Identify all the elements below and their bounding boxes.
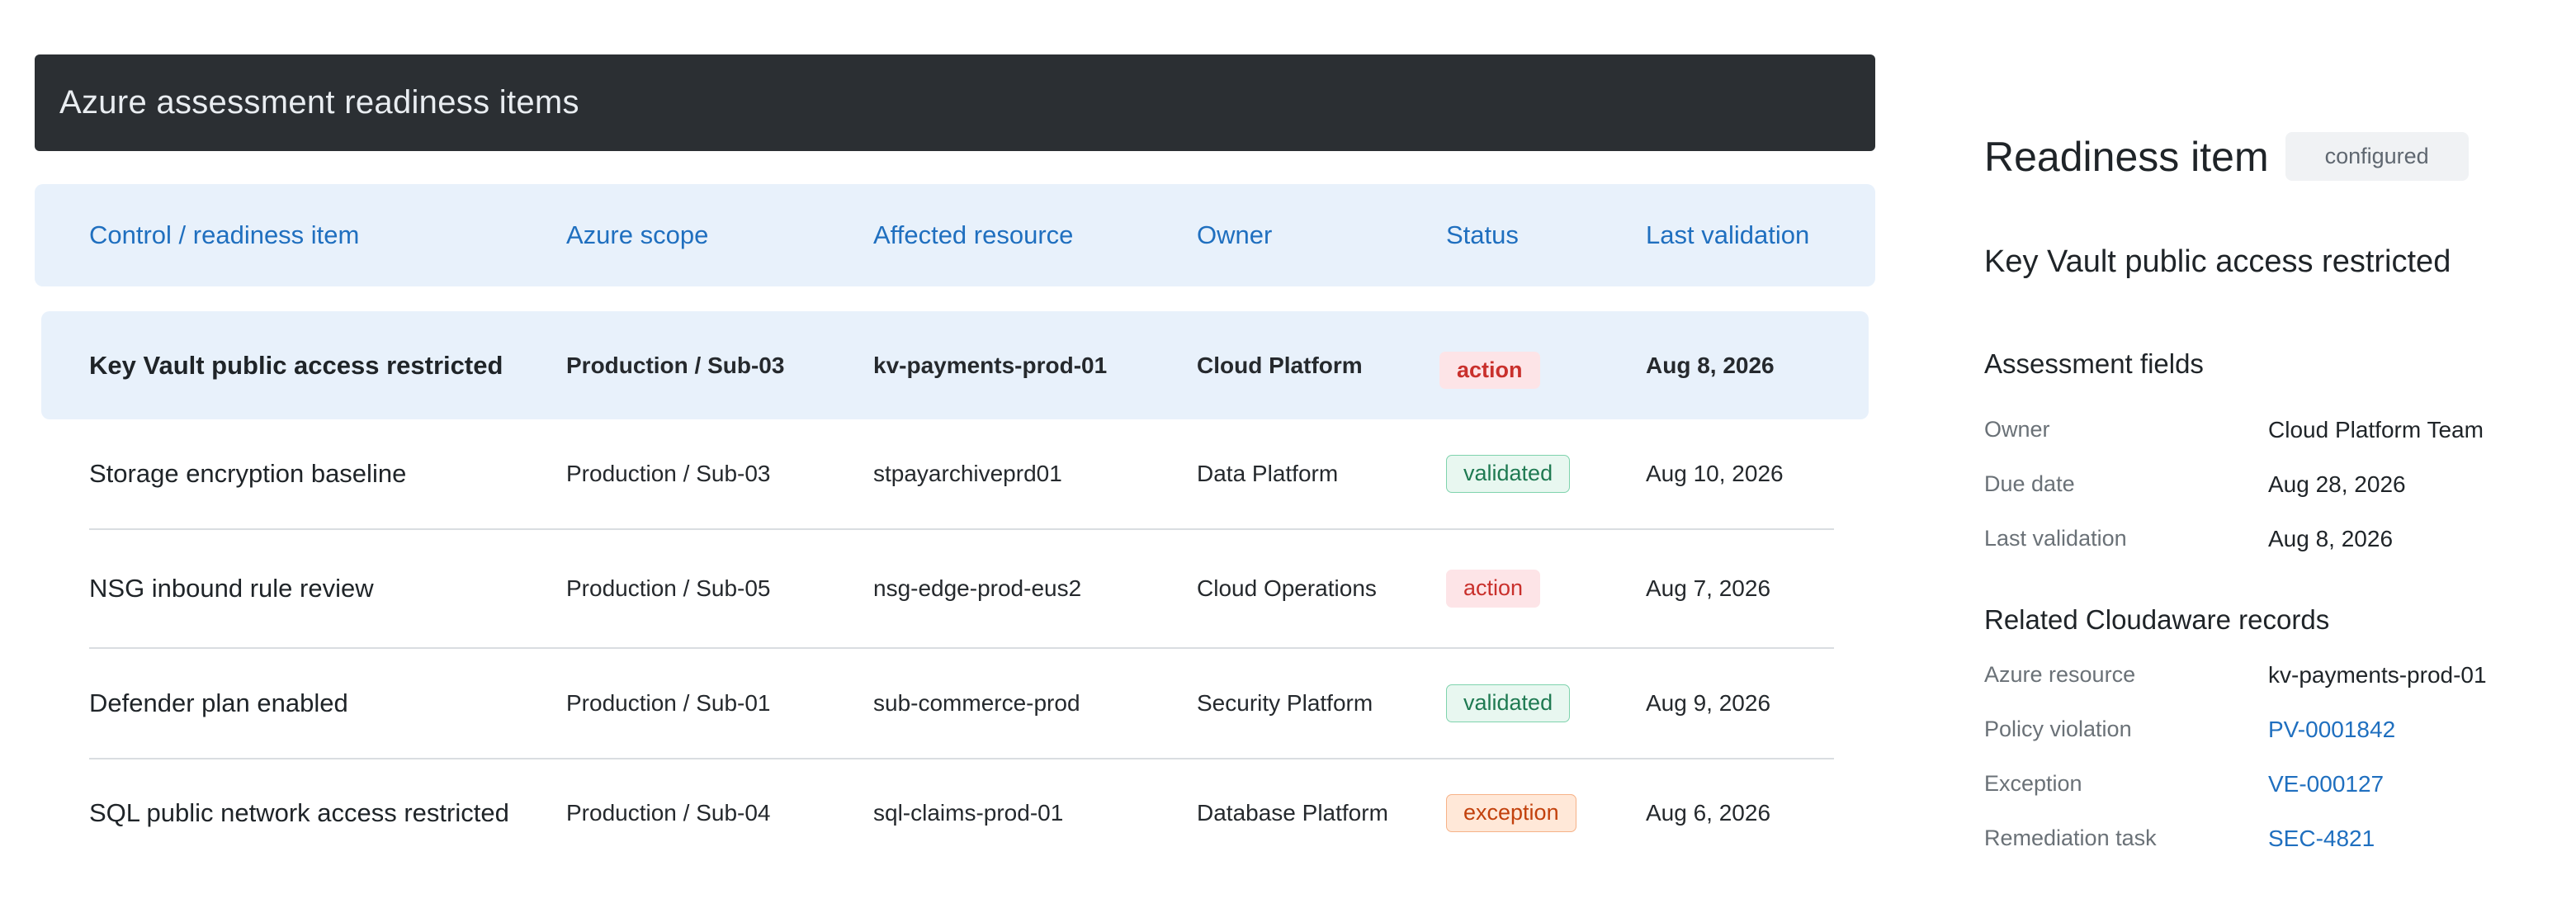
- state-badge: configured: [2285, 132, 2469, 181]
- field-owner: Owner Cloud Platform Team: [1984, 417, 2545, 450]
- table-header: Control / readiness item Azure scope Aff…: [35, 184, 1875, 286]
- row-status: validated: [1446, 649, 1571, 758]
- row-resource: stpayarchiveprd01: [873, 461, 1062, 486]
- column-header-last-validation[interactable]: Last validation: [1646, 184, 1809, 286]
- row-resource: sub-commerce-prod: [873, 690, 1080, 716]
- row-item-name: Key Vault public access restricted: [89, 350, 503, 380]
- selected-item-title: Key Vault public access restricted: [1984, 244, 2451, 279]
- field-policy-violation: Policy violation PV-0001842: [1984, 717, 2545, 750]
- row-item-name: SQL public network access restricted: [89, 798, 509, 827]
- table-row-selected[interactable]: Key Vault public access restricted Produ…: [41, 311, 1869, 419]
- policy-violation-link[interactable]: PV-0001842: [2268, 717, 2395, 743]
- status-badge: validated: [1446, 684, 1571, 722]
- detail-panel: Readiness item configured Key Vault publ…: [1984, 124, 2545, 867]
- row-status: exception: [1446, 759, 1576, 867]
- row-owner: Data Platform: [1197, 461, 1339, 486]
- column-header-status[interactable]: Status: [1446, 184, 1519, 286]
- status-badge: action: [1446, 570, 1541, 608]
- page-title: Azure assessment readiness items: [59, 84, 579, 121]
- row-owner: Database Platform: [1197, 800, 1388, 826]
- row-item-name: Storage encryption baseline: [89, 459, 407, 488]
- row-last-validation: Aug 9, 2026: [1646, 690, 1771, 716]
- row-last-validation: Aug 6, 2026: [1646, 800, 1771, 826]
- row-status: action: [1439, 311, 1540, 424]
- row-scope: Production / Sub-01: [566, 690, 771, 716]
- row-resource: sql-claims-prod-01: [873, 800, 1064, 826]
- related-records-heading: Related Cloudaware records: [1984, 604, 2330, 635]
- field-label: Owner: [1984, 417, 2050, 442]
- table-row[interactable]: Storage encryption baseline Production /…: [35, 419, 1875, 528]
- field-exception: Exception VE-000127: [1984, 771, 2545, 804]
- field-label: Last validation: [1984, 526, 2127, 551]
- remediation-task-link[interactable]: SEC-4821: [2268, 826, 2375, 852]
- row-resource: nsg-edge-prod-eus2: [873, 575, 1082, 601]
- field-due-date: Due date Aug 28, 2026: [1984, 471, 2545, 504]
- status-badge: exception: [1446, 794, 1576, 832]
- row-owner: Cloud Operations: [1197, 575, 1377, 601]
- column-header-item[interactable]: Control / readiness item: [89, 184, 359, 286]
- field-label: Azure resource: [1984, 662, 2136, 687]
- row-scope: Production / Sub-03: [566, 352, 785, 378]
- exception-link[interactable]: VE-000127: [2268, 771, 2384, 797]
- row-last-validation: Aug 8, 2026: [1646, 352, 1775, 378]
- field-value: Aug 8, 2026: [2268, 526, 2394, 551]
- row-status: validated: [1446, 419, 1571, 528]
- field-label: Remediation task: [1984, 826, 2157, 850]
- row-last-validation: Aug 10, 2026: [1646, 461, 1784, 486]
- status-badge: action: [1439, 351, 1540, 390]
- row-item-name: NSG inbound rule review: [89, 574, 374, 603]
- row-scope: Production / Sub-04: [566, 800, 771, 826]
- table-row[interactable]: NSG inbound rule review Production / Sub…: [35, 530, 1875, 647]
- title-bar: Azure assessment readiness items: [35, 54, 1875, 151]
- status-badge: validated: [1446, 455, 1571, 493]
- field-value: Cloud Platform Team: [2268, 417, 2484, 442]
- column-header-scope[interactable]: Azure scope: [566, 184, 708, 286]
- table-row[interactable]: SQL public network access restricted Pro…: [35, 759, 1875, 867]
- detail-title: Readiness item: [1984, 133, 2269, 180]
- row-owner: Security Platform: [1197, 690, 1373, 716]
- row-scope: Production / Sub-05: [566, 575, 771, 601]
- field-last-validation: Last validation Aug 8, 2026: [1984, 526, 2545, 559]
- assessment-fields-heading: Assessment fields: [1984, 348, 2204, 379]
- row-last-validation: Aug 7, 2026: [1646, 575, 1771, 601]
- field-value: Aug 28, 2026: [2268, 471, 2406, 497]
- row-item-name: Defender plan enabled: [89, 688, 348, 717]
- field-value: kv-payments-prod-01: [2268, 662, 2487, 688]
- field-remediation-task: Remediation task SEC-4821: [1984, 826, 2545, 859]
- field-label: Policy violation: [1984, 717, 2132, 741]
- table-row[interactable]: Defender plan enabled Production / Sub-0…: [35, 649, 1875, 758]
- row-status: action: [1446, 530, 1541, 647]
- row-owner: Cloud Platform: [1197, 352, 1363, 378]
- readiness-items-panel: Azure assessment readiness items Control…: [35, 54, 1875, 880]
- detail-header: Readiness item configured: [1984, 132, 2469, 181]
- column-header-resource[interactable]: Affected resource: [873, 184, 1073, 286]
- field-azure-resource: Azure resource kv-payments-prod-01: [1984, 662, 2545, 695]
- column-header-owner[interactable]: Owner: [1197, 184, 1272, 286]
- row-scope: Production / Sub-03: [566, 461, 771, 486]
- field-label: Due date: [1984, 471, 2075, 496]
- field-label: Exception: [1984, 771, 2082, 796]
- row-resource: kv-payments-prod-01: [873, 352, 1108, 378]
